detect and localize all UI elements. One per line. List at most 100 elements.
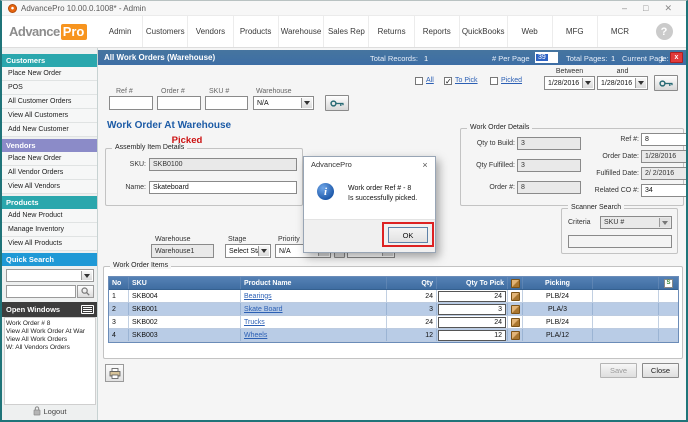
sidebar-item-add-new-product[interactable]: Add New Product (2, 209, 97, 223)
message-dialog: AdvancePro × i Work order Ref # - 8 Is s… (303, 156, 436, 253)
window-title: AdvancePro 10.00.0.1008* - Admin (21, 4, 146, 13)
sidebar-section-quick-search: Quick Search (2, 253, 97, 266)
chevron-down-icon[interactable] (635, 78, 646, 88)
product-link[interactable]: Wheels (244, 332, 267, 339)
col-qty: Qty (387, 277, 437, 289)
filter-all-checkbox[interactable] (415, 77, 423, 85)
ref-filter-input[interactable] (109, 96, 153, 110)
sidebar-item-view-all-products[interactable]: View All Products (2, 237, 97, 251)
table-row: 3 SKB002 Trucks 24 24 PLB/24 (109, 316, 678, 329)
fulfilled-date-dropdown[interactable]: 2/ 2/2016 (641, 167, 688, 180)
app-logo-icon (8, 4, 17, 13)
scanner-criteria-dropdown[interactable]: SKU # (600, 216, 672, 229)
menu-mfg[interactable]: MFG (553, 16, 598, 47)
filter-to-pick-label[interactable]: To Pick (455, 77, 478, 84)
menu-quickbooks[interactable]: QuickBooks (460, 16, 508, 47)
sidebar-item-vendor-place-new-order[interactable]: Place New Order (2, 152, 97, 166)
close-tab-icon[interactable]: x (670, 52, 683, 63)
menu-vendors[interactable]: Vendors (188, 16, 233, 47)
dialog-message: Work order Ref # - 8 Is successfully pic… (348, 184, 417, 204)
staging-warehouse-value: Warehouse1 (151, 244, 214, 258)
qty-to-pick-input[interactable]: 24 (438, 317, 506, 328)
product-link[interactable]: Bearings (244, 293, 272, 300)
menu-returns[interactable]: Returns (369, 16, 414, 47)
print-button[interactable] (105, 364, 124, 382)
chevron-down-icon[interactable] (258, 246, 269, 256)
table-header-row: No SKU Product Name Qty Qty To Pick Pick… (109, 277, 678, 290)
sidebar-section-customers: Customers (2, 54, 97, 67)
sidebar-item-manage-inventory[interactable]: Manage Inventory (2, 223, 97, 237)
grid-settings-icon[interactable]: S (664, 279, 673, 288)
quick-search-input[interactable] (6, 285, 76, 298)
menu-customers[interactable]: Customers (143, 16, 188, 47)
sku-filter-input[interactable] (205, 96, 248, 110)
sidebar-item-all-customer-orders[interactable]: All Customer Orders (2, 95, 97, 109)
edit-icon[interactable] (511, 292, 520, 301)
sidebar-item-add-new-customer[interactable]: Add New Customer (2, 123, 97, 137)
sidebar-item-all-vendor-orders[interactable]: All Vendor Orders (2, 166, 97, 180)
edit-icon[interactable] (511, 305, 520, 314)
staging-stage-dropdown[interactable]: Select Stag (225, 244, 271, 258)
annotation-highlight (382, 222, 434, 247)
menu-admin[interactable]: Admin (98, 16, 143, 47)
open-window-work-order-8[interactable]: Work Order # 8 (6, 320, 94, 328)
filter-to-pick-checkbox[interactable]: ✓ (444, 77, 452, 85)
lock-icon (33, 406, 41, 416)
edit-icon[interactable] (511, 318, 520, 327)
main-menu: Admin Customers Vendors Products Warehou… (98, 16, 642, 47)
logout-button[interactable]: Logout (2, 406, 97, 416)
sidebar-item-pos[interactable]: POS (2, 81, 97, 95)
save-button[interactable]: Save (600, 363, 637, 378)
open-window-all-vendors-orders[interactable]: W: All Vendors Orders (6, 344, 94, 352)
per-page-input[interactable]: 39 (535, 52, 558, 63)
close-button[interactable]: Close (642, 363, 679, 378)
quick-search-dropdown[interactable] (6, 269, 94, 282)
close-icon[interactable]: ✕ (664, 4, 672, 13)
order-filter-input[interactable] (157, 96, 201, 110)
date-from-dropdown[interactable]: 1/28/2016 (544, 76, 595, 90)
chevron-down-icon[interactable] (582, 78, 593, 88)
chevron-down-icon[interactable] (301, 98, 312, 108)
quick-search-button[interactable] (77, 285, 94, 298)
help-icon[interactable]: ? (656, 23, 673, 40)
filter-picked-checkbox[interactable] (490, 77, 498, 85)
menu-reports[interactable]: Reports (415, 16, 460, 47)
search-go-button[interactable] (325, 95, 349, 111)
filter-picked-label[interactable]: Picked (501, 77, 522, 84)
menu-web[interactable]: Web (508, 16, 553, 47)
qty-to-pick-input[interactable]: 12 (438, 330, 506, 341)
edit-icon[interactable] (511, 279, 520, 288)
maximize-icon[interactable]: □ (643, 4, 648, 13)
qty-to-pick-input[interactable]: 24 (438, 291, 506, 302)
menu-products[interactable]: Products (234, 16, 279, 47)
chevron-down-icon[interactable] (81, 271, 92, 280)
col-picking: Picking (523, 277, 593, 289)
window-list-icon[interactable] (81, 305, 94, 314)
scanner-input[interactable] (568, 235, 672, 248)
sidebar-item-place-new-order[interactable]: Place New Order (2, 67, 97, 81)
date-to-dropdown[interactable]: 1/28/2016 (597, 76, 648, 90)
menu-mcr[interactable]: MCR (598, 16, 642, 47)
open-window-view-all-wo-warehouse[interactable]: View All Work Order At War (6, 328, 94, 336)
col-sku: SKU (129, 277, 241, 289)
qty-to-pick-input[interactable]: 3 (438, 304, 506, 315)
warehouse-filter-dropdown[interactable]: N/A (253, 96, 314, 110)
menu-warehouse[interactable]: Warehouse (279, 16, 325, 47)
staging-warehouse-label: Warehouse (155, 236, 191, 243)
assembly-item-details-group: Assembly Item Details SKU: SKB0100 Name:… (105, 148, 303, 206)
filter-all-label[interactable]: All (426, 77, 434, 84)
product-link[interactable]: Skate Board (244, 306, 283, 313)
date-filter-go-button[interactable] (654, 75, 678, 91)
staging-priority-label: Priority (278, 236, 300, 243)
sidebar-item-view-all-customers[interactable]: View All Customers (2, 109, 97, 123)
sidebar-item-view-all-vendors[interactable]: View All Vendors (2, 180, 97, 194)
work-order-details-group: Work Order Details Qty to Build: 3 Qty F… (460, 128, 684, 206)
product-link[interactable]: Trucks (244, 319, 265, 326)
minimize-icon[interactable]: – (622, 4, 627, 13)
menu-sales-rep[interactable]: Sales Rep (324, 16, 369, 47)
name-label: Name: (110, 184, 146, 191)
order-date-dropdown[interactable]: 1/28/2016 (641, 150, 688, 163)
dialog-close-icon[interactable]: × (415, 160, 435, 170)
edit-icon[interactable] (511, 331, 520, 340)
open-window-view-all-work-orders[interactable]: View All Work Orders (6, 336, 94, 344)
